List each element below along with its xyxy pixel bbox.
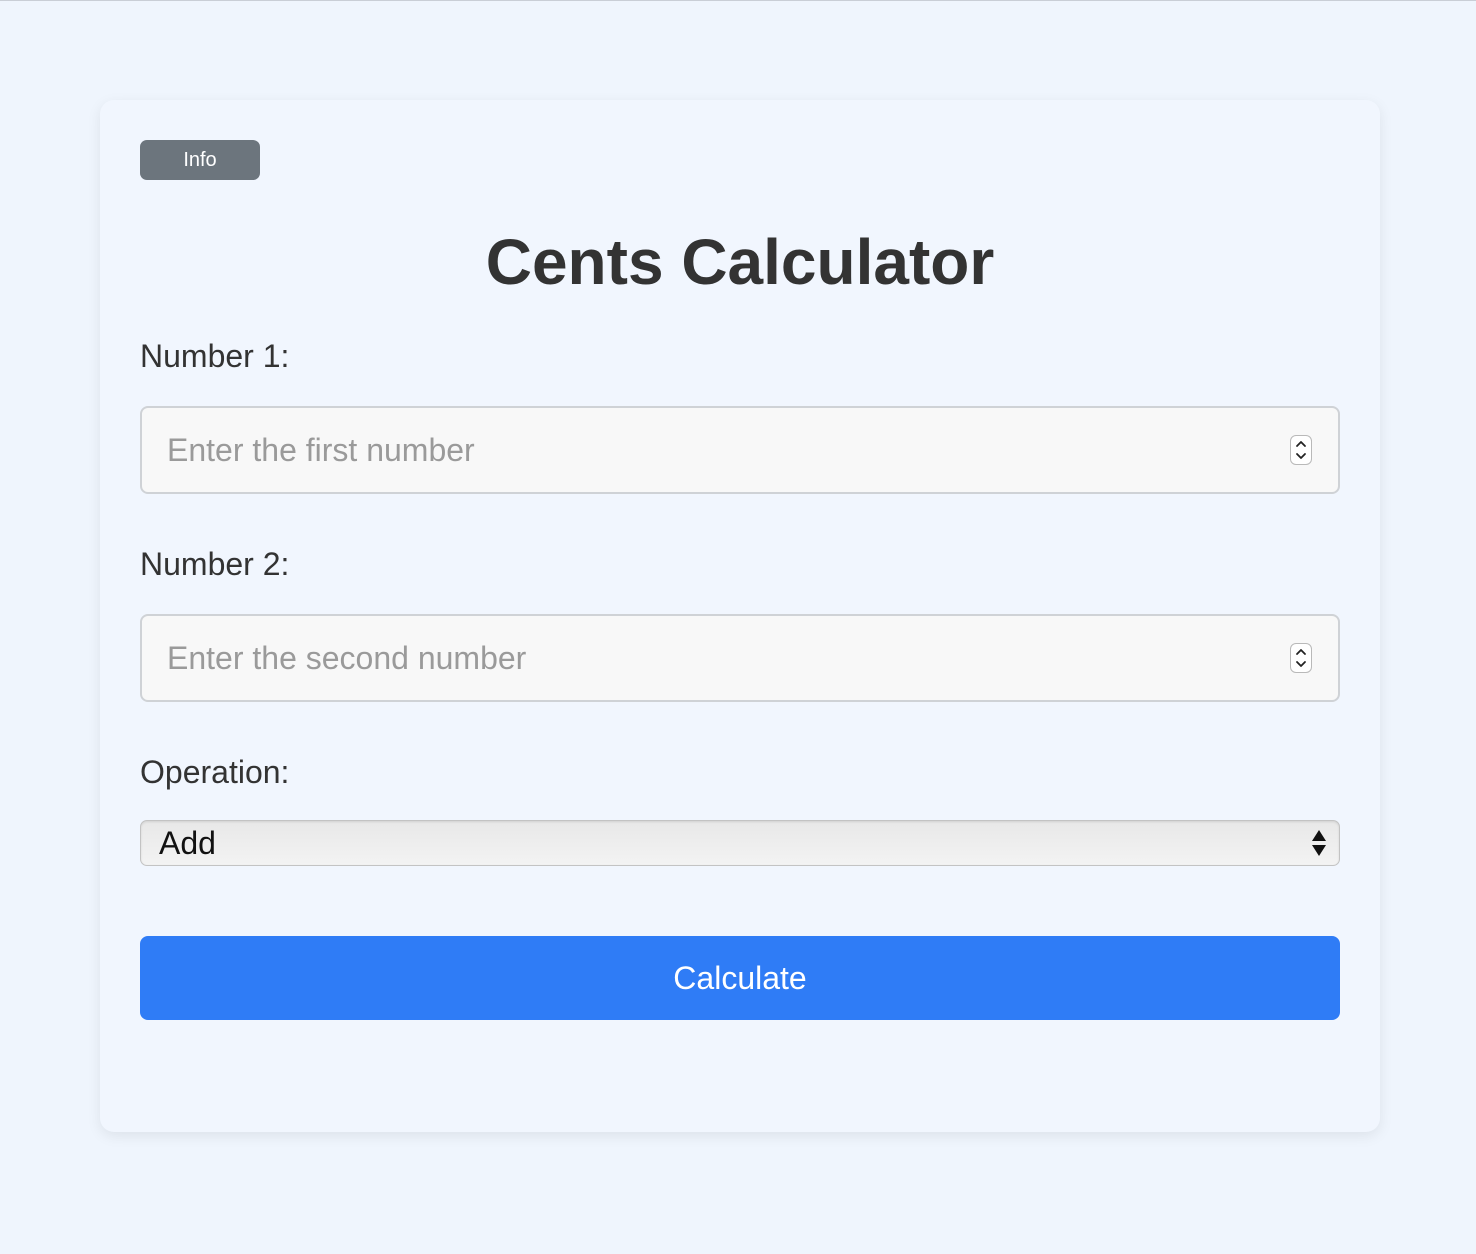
number1-input[interactable] (142, 408, 1338, 492)
operation-selected-value: Add (159, 825, 216, 861)
number2-field[interactable] (140, 614, 1340, 702)
number1-stepper[interactable] (1290, 435, 1312, 465)
up-down-chevron-icon (1296, 649, 1306, 667)
number1-field[interactable] (140, 406, 1340, 494)
number2-label: Number 2: (140, 546, 290, 582)
calculate-button[interactable]: Calculate (140, 936, 1340, 1020)
info-button[interactable]: Info (140, 140, 260, 180)
top-divider (0, 0, 1476, 1)
page-title: Cents Calculator (485, 226, 995, 298)
number2-input[interactable] (142, 616, 1338, 700)
number2-stepper[interactable] (1290, 643, 1312, 673)
operation-select[interactable]: Add (140, 820, 1340, 866)
operation-label: Operation: (140, 754, 290, 790)
number1-label: Number 1: (140, 338, 290, 374)
calculator-card: Info Cents Calculator Number 1: Number 2… (100, 100, 1380, 1132)
up-down-triangle-icon (1312, 830, 1326, 856)
up-down-chevron-icon (1296, 441, 1306, 459)
